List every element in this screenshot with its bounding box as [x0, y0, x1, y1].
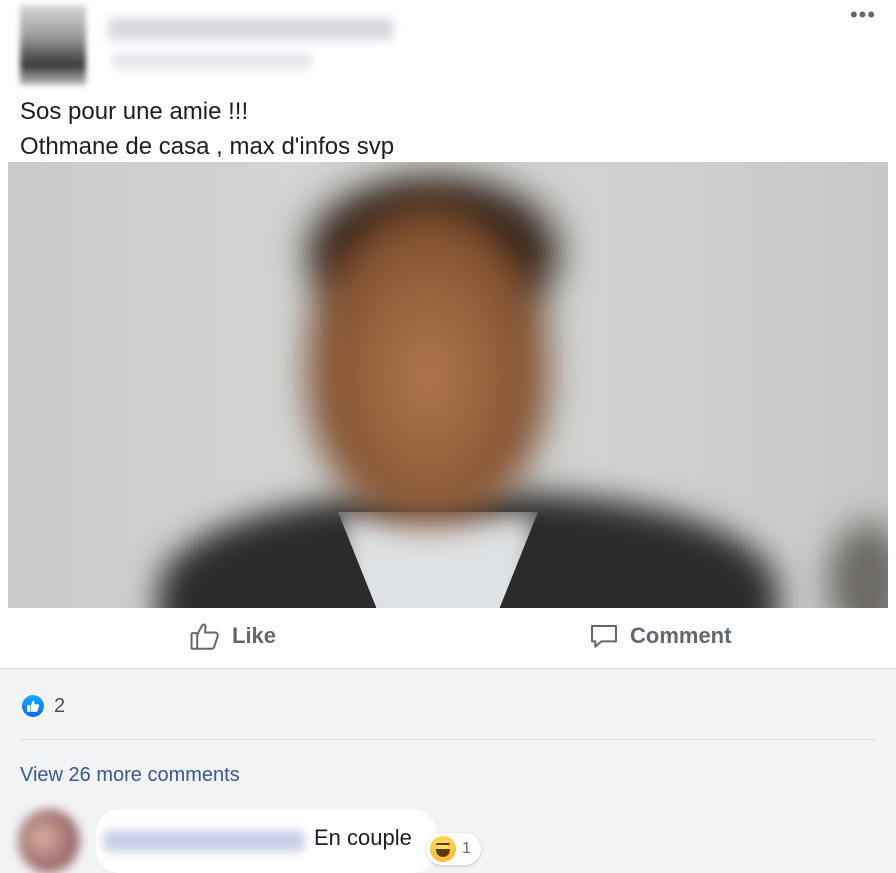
like-button[interactable]: Like [188, 616, 276, 656]
comment-label: Comment [630, 623, 732, 648]
comment-text: En couple [314, 825, 412, 850]
thumbs-up-icon [188, 619, 222, 653]
like-label: Like [232, 623, 277, 648]
like-reaction-icon [20, 693, 46, 719]
reaction-count: 2 [54, 694, 66, 717]
haha-reaction-icon [430, 836, 456, 862]
comment-reaction-count: 1 [462, 840, 471, 857]
author-name-redacted[interactable] [108, 18, 393, 40]
more-options-button[interactable]: ••• [848, 4, 878, 30]
post-text: Sos pour une amie !!! Othmane de casa , … [20, 94, 394, 164]
commenter-avatar[interactable] [18, 809, 80, 873]
post-actions-bar: Like Comment [0, 608, 896, 668]
post-timestamp-redacted[interactable] [112, 54, 312, 68]
commenter-name-redacted[interactable] [104, 831, 304, 851]
post-photo[interactable] [8, 162, 888, 608]
post-text-line: Sos pour une amie !!! [20, 98, 249, 125]
divider [20, 739, 876, 740]
reaction-summary[interactable]: 2 [20, 691, 65, 721]
author-avatar[interactable] [20, 5, 86, 85]
comment-button[interactable]: Comment [588, 616, 731, 656]
photo-face [308, 202, 548, 522]
more-horizontal-icon: ••• [849, 2, 877, 27]
view-more-comments-link[interactable]: View 26 more comments [20, 764, 240, 787]
post-feedback-panel: 2 View 26 more comments En couple 1 [0, 668, 896, 873]
comment-reaction-badge[interactable]: 1 [426, 833, 481, 865]
speech-bubble-icon [588, 620, 620, 652]
post-text-line: Othmane de casa , max d'infos svp [20, 133, 395, 160]
